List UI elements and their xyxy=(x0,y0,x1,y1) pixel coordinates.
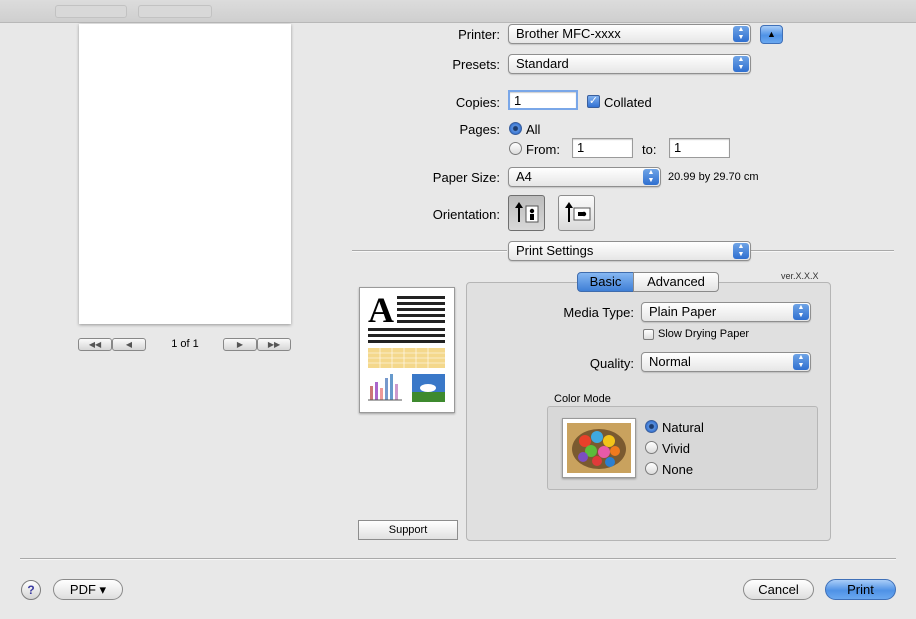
pages-from-radio[interactable] xyxy=(509,142,522,155)
color-mode-natural-label: Natural xyxy=(662,420,704,435)
portrait-icon xyxy=(515,202,539,223)
quality-value: Normal xyxy=(649,354,691,369)
page-preview xyxy=(79,24,291,324)
portrait-orientation-button[interactable] xyxy=(508,195,545,231)
background-toolbar xyxy=(0,0,916,23)
presets-popup[interactable]: Standard ▲ ▼ xyxy=(508,54,751,74)
driver-version: ver.X.X.X xyxy=(781,271,819,281)
printer-popup[interactable]: Brother MFC-xxxx ▲ ▼ xyxy=(508,24,751,44)
help-button[interactable]: ? xyxy=(21,580,41,600)
popup-arrows-icon: ▲ ▼ xyxy=(793,354,809,370)
paper-dimensions: 20.99 by 29.70 cm xyxy=(668,171,759,183)
landscape-icon xyxy=(565,202,591,222)
support-button[interactable]: Support xyxy=(358,520,458,540)
pages-all-label: All xyxy=(526,122,541,137)
popup-arrows-icon: ▲ ▼ xyxy=(733,56,749,72)
color-mode-label: Color Mode xyxy=(554,393,611,405)
candy-bowl-image xyxy=(567,423,631,473)
media-type-label: Media Type: xyxy=(563,305,634,320)
cancel-button[interactable]: Cancel xyxy=(743,579,814,600)
pages-from-field[interactable]: 1 xyxy=(572,138,633,158)
tab-advanced[interactable]: Advanced xyxy=(633,272,719,292)
tab-basic[interactable]: Basic xyxy=(577,272,634,292)
media-type-value: Plain Paper xyxy=(649,304,717,319)
color-mode-none-radio[interactable] xyxy=(645,462,658,475)
pages-from-label: From: xyxy=(526,142,560,157)
document-preview-illustration: A xyxy=(359,287,455,413)
triangle-up-icon: ▲ xyxy=(767,29,776,39)
slow-drying-label: Slow Drying Paper xyxy=(658,328,750,340)
color-mode-vivid-radio[interactable] xyxy=(645,441,658,454)
popup-arrows-icon: ▲ ▼ xyxy=(643,169,659,185)
last-page-button[interactable]: ▶▶ xyxy=(257,338,291,351)
section-popup[interactable]: Print Settings ▲ ▼ xyxy=(508,241,751,261)
presets-value: Standard xyxy=(516,56,569,71)
popup-arrows-icon: ▲ ▼ xyxy=(733,26,749,42)
printer-label: Printer: xyxy=(458,27,500,42)
copies-label: Copies: xyxy=(455,95,500,110)
next-page-button[interactable]: ▶ xyxy=(223,338,257,351)
collapse-details-button[interactable]: ▲ xyxy=(760,25,783,44)
landscape-orientation-button[interactable] xyxy=(558,195,595,231)
slow-drying-checkbox[interactable] xyxy=(643,329,654,340)
page-indicator: 1 of 1 xyxy=(171,338,199,350)
collated-label: Collated xyxy=(604,95,652,110)
pages-to-label: to: xyxy=(642,142,657,157)
collated-checkbox[interactable]: ✓ xyxy=(587,95,600,108)
first-page-button[interactable]: ◀◀ xyxy=(78,338,112,351)
pages-label: Pages: xyxy=(459,122,500,137)
pages-all-radio[interactable] xyxy=(509,122,522,135)
popup-arrows-icon: ▲ ▼ xyxy=(793,304,809,320)
paper-size-value: A4 xyxy=(516,169,532,184)
printer-value: Brother MFC-xxxx xyxy=(516,26,621,41)
print-button[interactable]: Print xyxy=(825,579,896,600)
pdf-menu-button[interactable]: PDF ▾ xyxy=(53,579,123,600)
quality-popup[interactable]: Normal ▲ ▼ xyxy=(641,352,811,372)
section-divider xyxy=(751,250,894,252)
paper-size-label: Paper Size: xyxy=(432,170,500,185)
section-divider xyxy=(352,250,507,252)
previous-page-button[interactable]: ◀ xyxy=(112,338,146,351)
popup-arrows-icon: ▲ ▼ xyxy=(733,243,749,259)
color-sample-image xyxy=(562,418,636,478)
color-mode-none-label: None xyxy=(662,462,694,477)
background-toolbar-control xyxy=(138,5,212,18)
section-popup-value: Print Settings xyxy=(516,243,594,258)
paper-size-popup[interactable]: A4 ▲ ▼ xyxy=(508,167,661,187)
color-mode-natural-radio[interactable] xyxy=(645,420,658,433)
color-mode-vivid-label: Vivid xyxy=(662,441,690,456)
quality-label: Quality: xyxy=(589,356,634,371)
sample-document-image: A xyxy=(368,290,445,402)
copies-field[interactable]: 1 xyxy=(508,90,578,110)
help-icon: ? xyxy=(27,583,35,597)
pages-to-field[interactable]: 1 xyxy=(669,138,730,158)
background-toolbar-control xyxy=(55,5,127,18)
footer-divider xyxy=(20,558,896,560)
presets-label: Presets: xyxy=(452,57,500,72)
media-type-popup[interactable]: Plain Paper ▲ ▼ xyxy=(641,302,811,322)
svg-text:A: A xyxy=(368,290,394,330)
orientation-label: Orientation: xyxy=(432,207,500,222)
